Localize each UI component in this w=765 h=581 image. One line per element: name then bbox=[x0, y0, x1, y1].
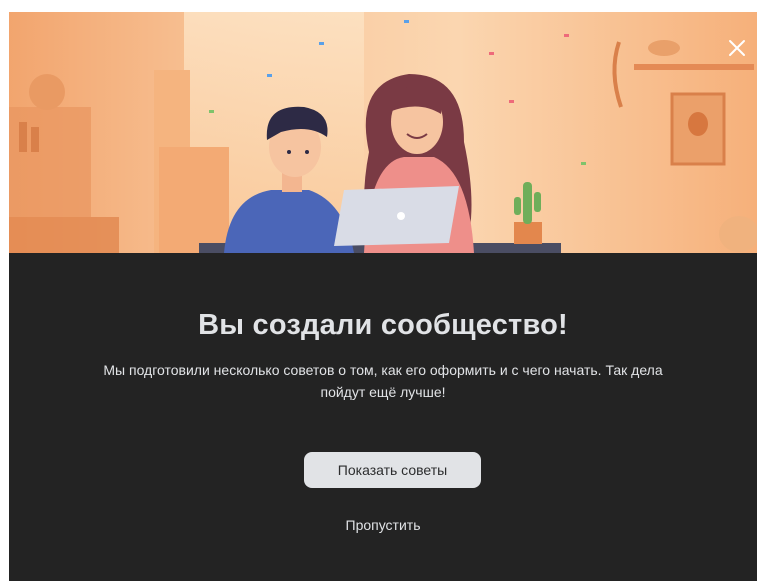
close-button[interactable] bbox=[723, 34, 751, 62]
close-icon bbox=[729, 40, 745, 56]
show-tips-button[interactable]: Показать советы bbox=[304, 452, 481, 488]
dialog-title: Вы создали сообщество! bbox=[198, 309, 568, 341]
hero-illustration bbox=[9, 12, 757, 253]
skip-link[interactable]: Пропустить bbox=[9, 517, 757, 533]
dialog-description: Мы подготовили несколько советов о том, … bbox=[103, 362, 663, 400]
community-created-dialog: Вы создали сообщество! Мы подготовили не… bbox=[9, 12, 757, 581]
dialog-content: Вы создали сообщество! Мы подготовили не… bbox=[9, 253, 757, 581]
